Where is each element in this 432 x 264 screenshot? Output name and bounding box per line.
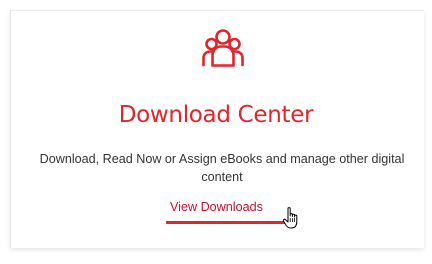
users-group-icon xyxy=(202,29,244,67)
page: Download Center Download, Read Now or As… xyxy=(0,0,432,264)
hand-pointer-icon xyxy=(282,207,298,229)
card-description: Download, Read Now or Assign eBooks and … xyxy=(39,152,405,184)
view-downloads-link[interactable]: View Downloads xyxy=(170,199,290,215)
link-underline xyxy=(166,221,286,224)
card-title: Download Center xyxy=(118,102,314,128)
